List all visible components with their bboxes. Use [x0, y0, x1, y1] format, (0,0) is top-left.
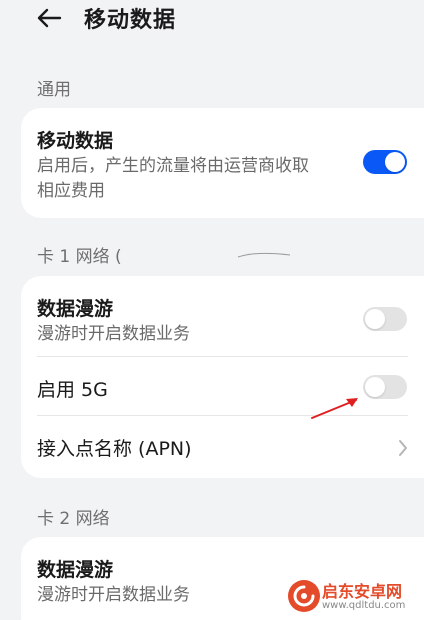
- mobile-data-toggle[interactable]: [363, 150, 407, 174]
- mobile-data-subtitle-line1: 启用后，产生的流量将由运营商收取: [37, 156, 309, 176]
- watermark-url: www.qdltdu.com: [322, 600, 406, 611]
- general-card: 移动数据 启用后，产生的流量将由运营商收取 相应费用: [21, 108, 424, 218]
- watermark-name: 启东安卓网: [322, 582, 403, 601]
- section-title-card1: 卡 1 网络 (: [37, 247, 122, 267]
- mobile-data-subtitle-line2: 相应费用: [37, 181, 105, 201]
- card1-roaming-row[interactable]: 数据漫游 漫游时开启数据业务: [21, 276, 424, 356]
- page-title: 移动数据: [84, 8, 177, 33]
- redacted-number-mark: [236, 244, 292, 258]
- arrow-left-icon: [37, 8, 62, 28]
- toggle-knob: [365, 309, 385, 329]
- annotation-arrow-icon: [311, 398, 358, 419]
- card1-5g-title: 启用 5G: [37, 379, 108, 401]
- card2-roaming-subtitle: 漫游时开启数据业务: [37, 585, 190, 605]
- mobile-data-title: 移动数据: [37, 130, 114, 152]
- card1-roaming-subtitle: 漫游时开启数据业务: [37, 324, 190, 344]
- card1-roaming-title: 数据漫游: [37, 298, 114, 320]
- card1-network-card: 数据漫游 漫游时开启数据业务 启用 5G 接入点名称 (APN): [21, 276, 424, 478]
- card1-apn-title: 接入点名称 (APN): [37, 438, 192, 460]
- toggle-knob: [385, 152, 405, 172]
- chevron-right-icon: [397, 438, 409, 458]
- back-button[interactable]: [34, 4, 64, 32]
- card2-roaming-title: 数据漫游: [37, 559, 114, 581]
- watermark: 启东安卓网 www.qdltdu.com: [288, 578, 418, 618]
- section-title-general: 通用: [37, 80, 71, 100]
- app-header: 移动数据: [0, 0, 424, 40]
- section-title-card2: 卡 2 网络: [37, 509, 110, 529]
- card1-roaming-toggle[interactable]: [363, 307, 407, 331]
- watermark-logo-icon: [288, 580, 320, 612]
